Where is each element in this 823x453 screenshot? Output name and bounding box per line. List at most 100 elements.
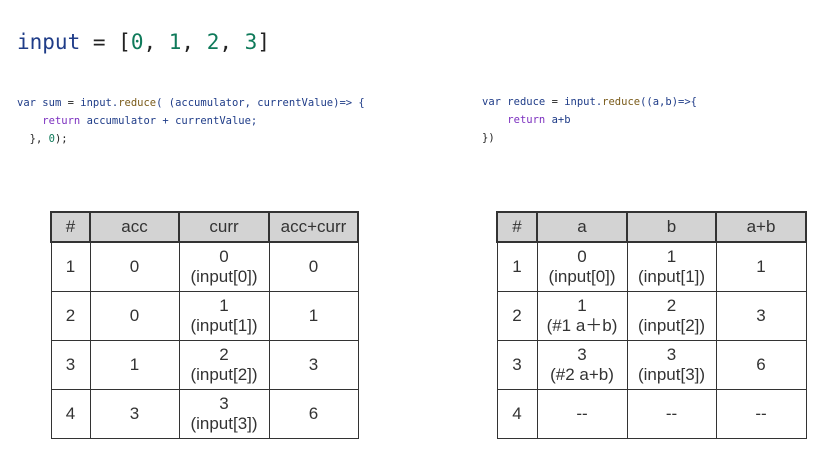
curr-source: (input[1])	[190, 316, 258, 335]
b-cell: 3 (input[3])	[626, 340, 717, 390]
code-operator: =	[67, 97, 74, 109]
equals-sign: =	[80, 30, 119, 54]
open-bracket: [	[118, 30, 131, 54]
code-identifier: sum	[42, 97, 62, 109]
input-var-name: input	[17, 30, 81, 54]
b-cell: 2 (input[2])	[626, 291, 717, 341]
close-bracket: ]	[257, 30, 270, 54]
b-cell: 1 (input[1])	[626, 241, 717, 292]
a-cell: 0 (input[0])	[536, 241, 628, 292]
curr-value: 0	[219, 247, 229, 266]
sum-cell: 1	[268, 291, 359, 341]
sum-cell: 6	[268, 389, 359, 439]
code-function: reduce	[602, 96, 641, 108]
header-cell: acc	[89, 211, 180, 243]
table-row: 2 0 1 (input[1]) 1	[50, 291, 359, 341]
a-cell: 1 (#1 a＋b)	[536, 291, 628, 341]
curr-source: (input[0])	[190, 267, 258, 286]
code-operator: =	[551, 96, 558, 108]
b-cell: --	[626, 389, 717, 439]
b-value: 1	[666, 247, 677, 266]
sum-cell: 1	[715, 241, 807, 292]
curr-source: (input[2])	[190, 365, 258, 384]
row-number: 3	[50, 340, 91, 390]
table-row: 1 0 0 (input[0]) 0	[50, 241, 359, 292]
curr-cell: 1 (input[1])	[178, 291, 270, 341]
row-number: 4	[496, 389, 538, 439]
sum-cell: 3	[268, 340, 359, 390]
input-array-declaration: input = [0, 1, 2, 3]	[17, 30, 270, 54]
table-header-row: # a b a+b	[496, 211, 807, 243]
b-source: (input[3])	[637, 365, 706, 384]
code-keyword: var	[17, 97, 36, 109]
a-source: (#2 a+b)	[550, 365, 614, 384]
table-row: 2 1 (#1 a＋b) 2 (input[2]) 3	[496, 291, 807, 341]
array-value: 0	[130, 30, 144, 54]
code-args: ( (accumulator, currentValue)=> {	[156, 97, 365, 109]
row-number: 3	[496, 340, 538, 390]
acc-cell: 3	[89, 389, 180, 439]
table-row: 4 3 3 (input[3]) 6	[50, 389, 359, 439]
a-cell: 3 (#2 a+b)	[536, 340, 628, 390]
row-number: 2	[50, 291, 91, 341]
header-cell: curr	[178, 211, 270, 243]
curr-cell: 0 (input[0])	[178, 241, 270, 292]
row-number: 1	[50, 241, 91, 292]
header-cell: a+b	[715, 211, 807, 243]
code-function: reduce	[118, 97, 157, 109]
b-source: (input[1])	[637, 267, 706, 286]
code-identifier: input.	[564, 96, 603, 108]
code-punct: })	[482, 132, 495, 144]
accumulator-table: # acc curr acc+curr 1 0 0 (input[0]) 0 2 …	[50, 211, 359, 439]
array-value: 1	[168, 30, 182, 54]
row-number: 4	[50, 389, 91, 439]
code-punct: },	[29, 133, 43, 145]
acc-cell: 0	[89, 291, 180, 341]
table-header-row: # acc curr acc+curr	[50, 211, 359, 243]
curr-value: 3	[219, 394, 229, 413]
header-cell: #	[50, 211, 91, 243]
acc-cell: 1	[89, 340, 180, 390]
code-expression: accumulator + currentValue;	[86, 115, 258, 127]
code-args: ((a,b)=>{	[640, 96, 697, 108]
a-value: 0	[577, 247, 587, 266]
code-block-accumulator: var sum = input.reduce( (accumulator, cu…	[17, 94, 365, 148]
header-cell: acc+curr	[268, 211, 359, 243]
row-number: 1	[496, 241, 538, 292]
curr-cell: 3 (input[3])	[178, 389, 270, 439]
curr-cell: 2 (input[2])	[178, 340, 270, 390]
ab-table: # a b a+b 1 0 (input[0]) 1 (input[1]) 1 2 …	[496, 211, 807, 439]
row-number: 2	[496, 291, 538, 341]
b-source: (input[2])	[637, 316, 706, 335]
a-value: 1	[577, 296, 587, 315]
b-value: 2	[666, 296, 677, 315]
array-value: 2	[206, 30, 220, 54]
a-source: (input[0])	[548, 267, 616, 286]
table-row: 3 1 2 (input[2]) 3	[50, 340, 359, 390]
header-cell: a	[536, 211, 628, 243]
code-keyword: return	[42, 115, 81, 127]
array-value: 3	[244, 30, 258, 54]
b-value: 3	[666, 345, 677, 364]
table-row: 1 0 (input[0]) 1 (input[1]) 1	[496, 241, 807, 292]
code-identifier: input.	[80, 97, 119, 109]
table-row: 4 -- -- --	[496, 389, 807, 439]
sum-cell: 3	[715, 291, 807, 341]
code-expression: a+b	[551, 114, 571, 126]
a-value: 3	[577, 345, 587, 364]
sum-cell: --	[715, 389, 807, 439]
code-punct: );	[54, 133, 68, 145]
code-keyword: return	[507, 114, 546, 126]
header-cell: b	[626, 211, 717, 243]
code-block-ab: var reduce = input.reduce((a,b)=>{ retur…	[482, 93, 697, 147]
b-value: --	[665, 404, 678, 423]
table-row: 3 3 (#2 a+b) 3 (input[3]) 6	[496, 340, 807, 390]
code-keyword: var	[482, 96, 501, 108]
acc-cell: 0	[89, 241, 180, 292]
sum-cell: 0	[268, 241, 359, 292]
a-cell: --	[536, 389, 628, 439]
code-identifier: reduce	[507, 96, 546, 108]
curr-source: (input[3])	[190, 414, 258, 433]
curr-value: 2	[219, 345, 229, 364]
a-source: (#1 a＋b)	[546, 316, 618, 335]
